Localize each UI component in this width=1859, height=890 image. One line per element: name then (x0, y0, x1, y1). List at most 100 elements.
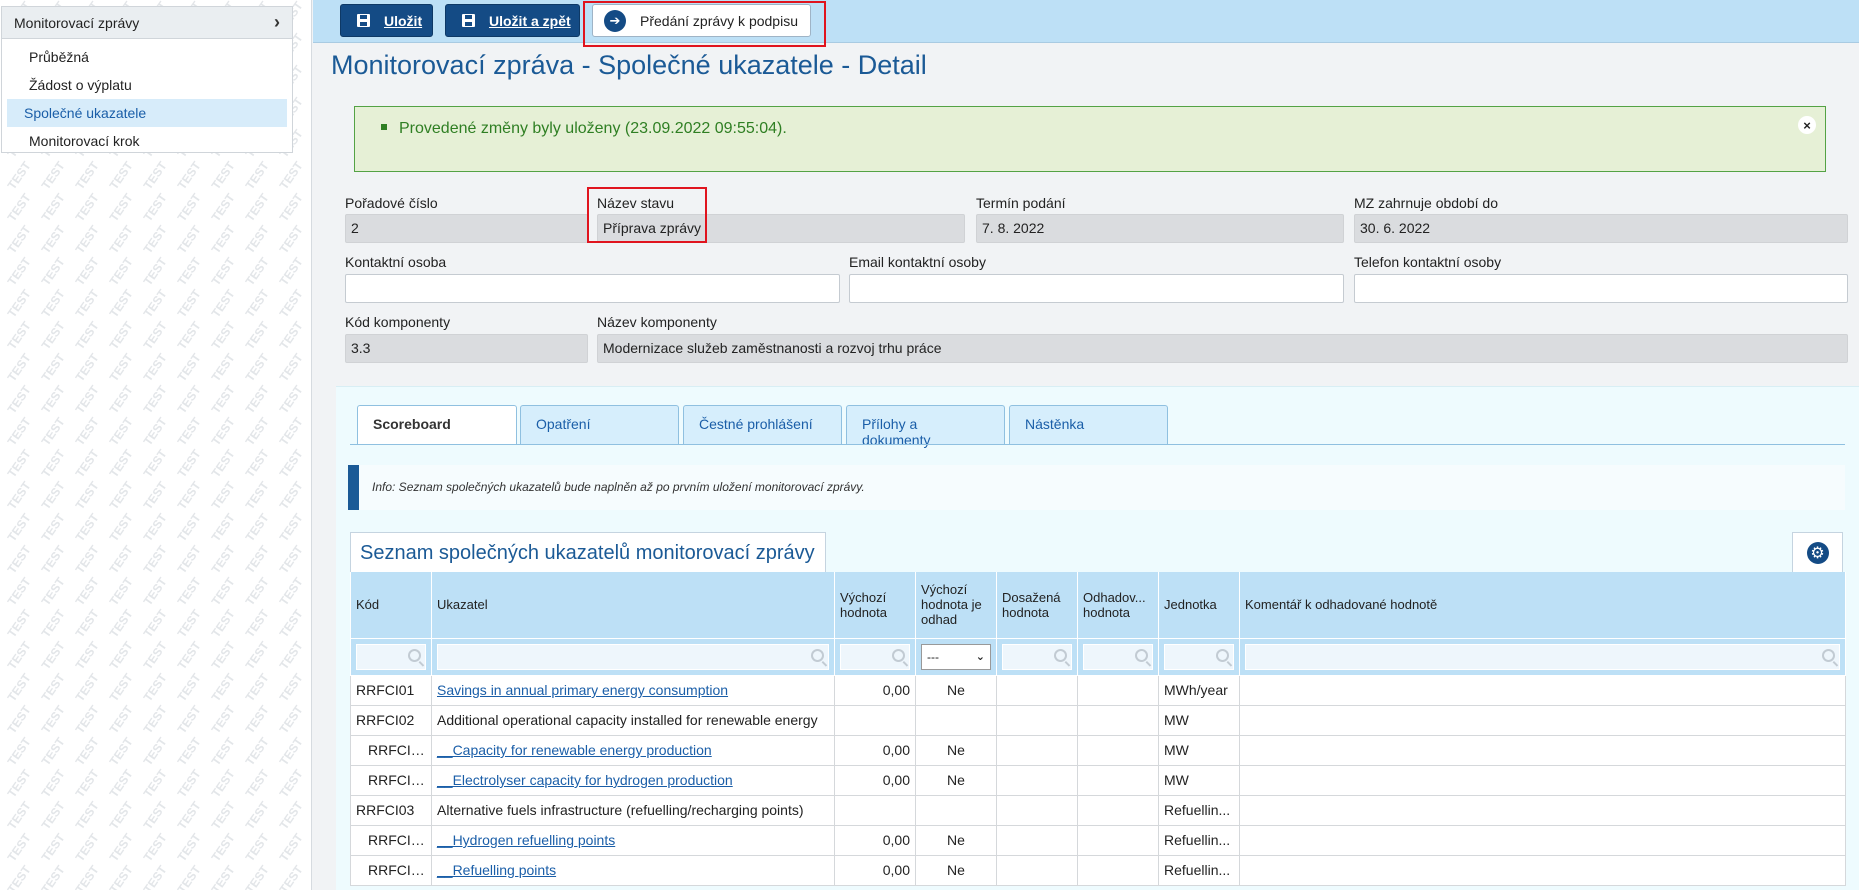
cell-dosazena-hodnota (996, 704, 1078, 736)
sidebar-item-zadost-o-vyplatu[interactable]: Žádost o výplatu (7, 71, 287, 99)
cell-vychozi-hodnota (834, 704, 916, 736)
bullet-icon (381, 123, 387, 130)
indicators-table: Kód Ukazatel Výchozí hodnota Výchozí hod… (350, 572, 1846, 886)
cell-dosazena-hodnota (996, 794, 1078, 826)
cell-ukazatel: __Hydrogen refuelling points (431, 824, 835, 856)
cell-kod: RRFCI02 (350, 704, 432, 736)
cell-vychozi-odhad: Ne (915, 674, 997, 706)
email-input[interactable] (849, 274, 1344, 303)
column-header-vychozi-odhad[interactable]: Výchozí hodnota je odhad (915, 572, 997, 639)
column-header-ukazatel[interactable]: Ukazatel (431, 572, 835, 639)
cell-kod: RRFCI02 (350, 764, 432, 796)
table-row: RRFCI02 __Capacity for renewable energy p… (350, 734, 1846, 766)
telefon-input[interactable] (1354, 274, 1848, 303)
cell-ukazatel: Savings in annual primary energy consump… (431, 674, 835, 706)
submit-for-signature-button[interactable]: ➔ Předání zprávy k podpisu (592, 4, 811, 37)
indicator-link[interactable]: __Capacity for renewable energy producti… (437, 742, 712, 758)
column-header-komentar[interactable]: Komentář k odhadované hodnotě (1239, 572, 1846, 639)
cell-komentar (1239, 764, 1846, 796)
cell-ukazatel: __Capacity for renewable energy producti… (431, 734, 835, 766)
column-header-dosazena-hodnota[interactable]: Dosažená hodnota (996, 572, 1078, 639)
cell-kod: RRFCI03 (350, 854, 432, 886)
cell-odhadovana-hodnota (1077, 824, 1159, 856)
cell-dosazena-hodnota (996, 824, 1078, 856)
kod-komponenty-value: 3.3 (345, 334, 588, 363)
menu-header[interactable]: Monitorovací zprávy › (2, 7, 292, 39)
sidebar-item-spolecne-ukazatele[interactable]: Společné ukazatele (7, 99, 287, 127)
telefon-label: Telefon kontaktní osoby (1354, 254, 1502, 270)
cell-vychozi-hodnota: 0,00 (834, 764, 916, 796)
mz-obdobi-label: MZ zahrnuje období do (1354, 195, 1498, 211)
save-and-back-button[interactable]: Uložit a zpět (445, 4, 580, 37)
mz-obdobi-value: 30. 6. 2022 (1354, 214, 1848, 243)
cell-vychozi-hodnota: 0,00 (834, 824, 916, 856)
cell-jednotka: MW (1158, 764, 1240, 796)
table-row: RRFCI03 Alternative fuels infrastructure … (350, 794, 1846, 826)
cell-vychozi-hodnota (834, 794, 916, 826)
kontaktni-osoba-label: Kontaktní osoba (345, 254, 447, 270)
save-button[interactable]: Uložit (340, 4, 433, 37)
filter-odhadovana-input[interactable] (1083, 643, 1153, 670)
table-row: RRFCI02 Additional operational capacity i… (350, 704, 1846, 736)
cell-vychozi-odhad: Ne (915, 824, 997, 856)
search-icon (1216, 648, 1229, 662)
table-row: RRFCI01 Savings in annual primary energy … (350, 674, 1846, 706)
filter-odhad-select[interactable]: --- ⌄ (921, 643, 991, 670)
cell-dosazena-hodnota (996, 764, 1078, 796)
kod-komponenty-label: Kód komponenty (345, 314, 451, 330)
poradove-cislo-label: Pořadové číslo (345, 195, 438, 211)
table-row: RRFCI02 __Electrolyser capacity for hydro… (350, 764, 1846, 796)
filter-komentar-input[interactable] (1245, 643, 1840, 670)
filter-vychozi-input[interactable] (840, 643, 910, 670)
cell-jednotka: MW (1158, 704, 1240, 736)
cell-komentar (1239, 794, 1846, 826)
sidebar-item-monitorovaci-krok[interactable]: Monitorovací krok (7, 127, 287, 155)
indicator-link[interactable]: __Electrolyser capacity for hydrogen pro… (437, 772, 733, 788)
search-icon (811, 648, 824, 662)
alert-message: Provedené změny byly uloženy (23.09.2022… (399, 120, 787, 137)
chevron-down-icon: ⌄ (975, 651, 985, 663)
termin-podani-value: 7. 8. 2022 (976, 214, 1344, 243)
cell-odhadovana-hodnota (1077, 764, 1159, 796)
cell-dosazena-hodnota (996, 674, 1078, 706)
column-header-odhadovana-hodnota[interactable]: Odhadov... hodnota (1077, 572, 1159, 639)
indicator-link[interactable]: __Refuelling points (437, 862, 556, 878)
email-label: Email kontaktní osoby (849, 254, 986, 270)
search-icon (892, 648, 905, 662)
tab-scoreboard[interactable]: Scoreboard (357, 405, 517, 445)
filter-jednotka-input[interactable] (1164, 643, 1234, 670)
filter-dosazena-input[interactable] (1002, 643, 1072, 670)
cell-komentar (1239, 854, 1846, 886)
tab-cestne-prohlaseni[interactable]: Čestné prohlášení (683, 405, 842, 444)
sidebar-item-prubezna[interactable]: Průběžná (7, 43, 287, 71)
filter-kod-input[interactable] (356, 643, 426, 670)
indicator-link[interactable]: Savings in annual primary energy consump… (437, 682, 728, 698)
column-header-vychozi-hodnota[interactable]: Výchozí hodnota (834, 572, 916, 639)
nazev-komponenty-value: Modernizace služeb zaměstnanosti a rozvo… (597, 334, 1848, 363)
page-title: Monitorovací zpráva - Společné ukazatele… (331, 50, 927, 80)
tab-opatreni[interactable]: Opatření (520, 405, 679, 444)
cell-vychozi-odhad (915, 794, 997, 826)
nazev-komponenty-label: Název komponenty (597, 314, 717, 330)
tab-nastenka[interactable]: Nástěnka (1009, 405, 1168, 444)
tab-underline (350, 444, 1845, 445)
grid-title: Seznam společných ukazatelů monitorovací… (350, 532, 826, 572)
column-header-jednotka[interactable]: Jednotka (1158, 572, 1240, 639)
grid-settings-button[interactable]: ⚙ (1792, 532, 1843, 572)
cell-vychozi-odhad (915, 704, 997, 736)
cell-odhadovana-hodnota (1077, 674, 1159, 706)
tab-prilohy-a-dokumenty[interactable]: Přílohy a dokumenty (846, 405, 1005, 448)
kontaktni-osoba-input[interactable] (345, 274, 840, 303)
cell-odhadovana-hodnota (1077, 794, 1159, 826)
cell-odhadovana-hodnota (1077, 704, 1159, 736)
save-and-back-label: Uložit a zpět (489, 12, 571, 29)
column-header-kod[interactable]: Kód (350, 572, 432, 639)
cell-kod: RRFCI01 (350, 674, 432, 706)
indicator-link[interactable]: __Hydrogen refuelling points (437, 832, 615, 848)
cell-komentar (1239, 674, 1846, 706)
cell-dosazena-hodnota (996, 854, 1078, 886)
close-icon[interactable]: × (1798, 116, 1816, 134)
filter-ukazatel-input[interactable] (437, 643, 829, 670)
submit-for-signature-label: Předání zprávy k podpisu (640, 12, 798, 29)
filter-select-value: --- (927, 649, 939, 664)
